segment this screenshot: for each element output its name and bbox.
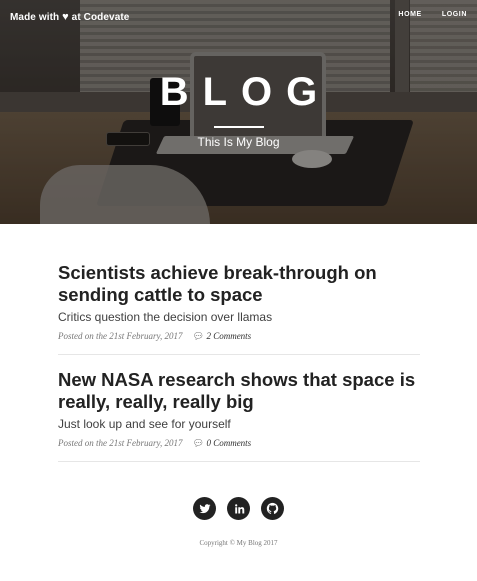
post-date: Posted on the 21st February, 2017 bbox=[58, 438, 183, 448]
heart-icon: ♥ bbox=[62, 11, 69, 23]
comment-icon: 💬︎ bbox=[192, 331, 205, 341]
post-subtitle: Critics question the decision over llama… bbox=[58, 310, 273, 324]
post-date: Posted on the 21st February, 2017 bbox=[58, 331, 183, 341]
nav-link-home[interactable]: HOME bbox=[398, 11, 421, 18]
social-links bbox=[0, 497, 477, 520]
post-title-link[interactable]: New NASA research shows that space is re… bbox=[58, 369, 420, 413]
brand-suffix: at Codevate bbox=[71, 12, 130, 23]
page-subtitle: This Is My Blog bbox=[197, 135, 280, 149]
brand-link[interactable]: Made with ♥ at Codevate bbox=[10, 11, 129, 23]
post-comments-link[interactable]: 💬︎ 0 Comments bbox=[193, 438, 251, 448]
post-preview: Scientists achieve break-through on send… bbox=[58, 262, 420, 355]
hero-header: Made with ♥ at Codevate HOME LOGIN BLOG … bbox=[0, 0, 477, 224]
linkedin-icon bbox=[234, 503, 244, 513]
post-list: Scientists achieve break-through on send… bbox=[58, 262, 420, 476]
copyright-text: Copyright © My Blog 2017 bbox=[199, 539, 278, 547]
github-icon bbox=[266, 502, 279, 514]
post-comments-link[interactable]: 💬︎ 2 Comments bbox=[193, 331, 251, 341]
post-title-link[interactable]: Scientists achieve break-through on send… bbox=[58, 262, 420, 306]
github-link[interactable] bbox=[261, 497, 284, 520]
linkedin-link[interactable] bbox=[227, 497, 250, 520]
post-subtitle: Just look up and see for yourself bbox=[58, 417, 231, 431]
post-comments-count: 0 Comments bbox=[206, 438, 252, 448]
twitter-icon bbox=[199, 503, 210, 513]
post-meta: Posted on the 21st February, 2017 💬︎ 0 C… bbox=[58, 438, 420, 449]
nav-link-login[interactable]: LOGIN bbox=[442, 11, 467, 18]
brand-prefix: Made with bbox=[10, 12, 60, 23]
twitter-link[interactable] bbox=[193, 497, 216, 520]
post-meta: Posted on the 21st February, 2017 💬︎ 2 C… bbox=[58, 331, 420, 342]
top-nav: HOME LOGIN bbox=[398, 11, 467, 18]
title-divider bbox=[214, 126, 264, 128]
post-preview: New NASA research shows that space is re… bbox=[58, 369, 420, 462]
post-comments-count: 2 Comments bbox=[206, 331, 252, 341]
page-title: BLOG bbox=[159, 70, 332, 114]
comment-icon: 💬︎ bbox=[192, 438, 205, 448]
